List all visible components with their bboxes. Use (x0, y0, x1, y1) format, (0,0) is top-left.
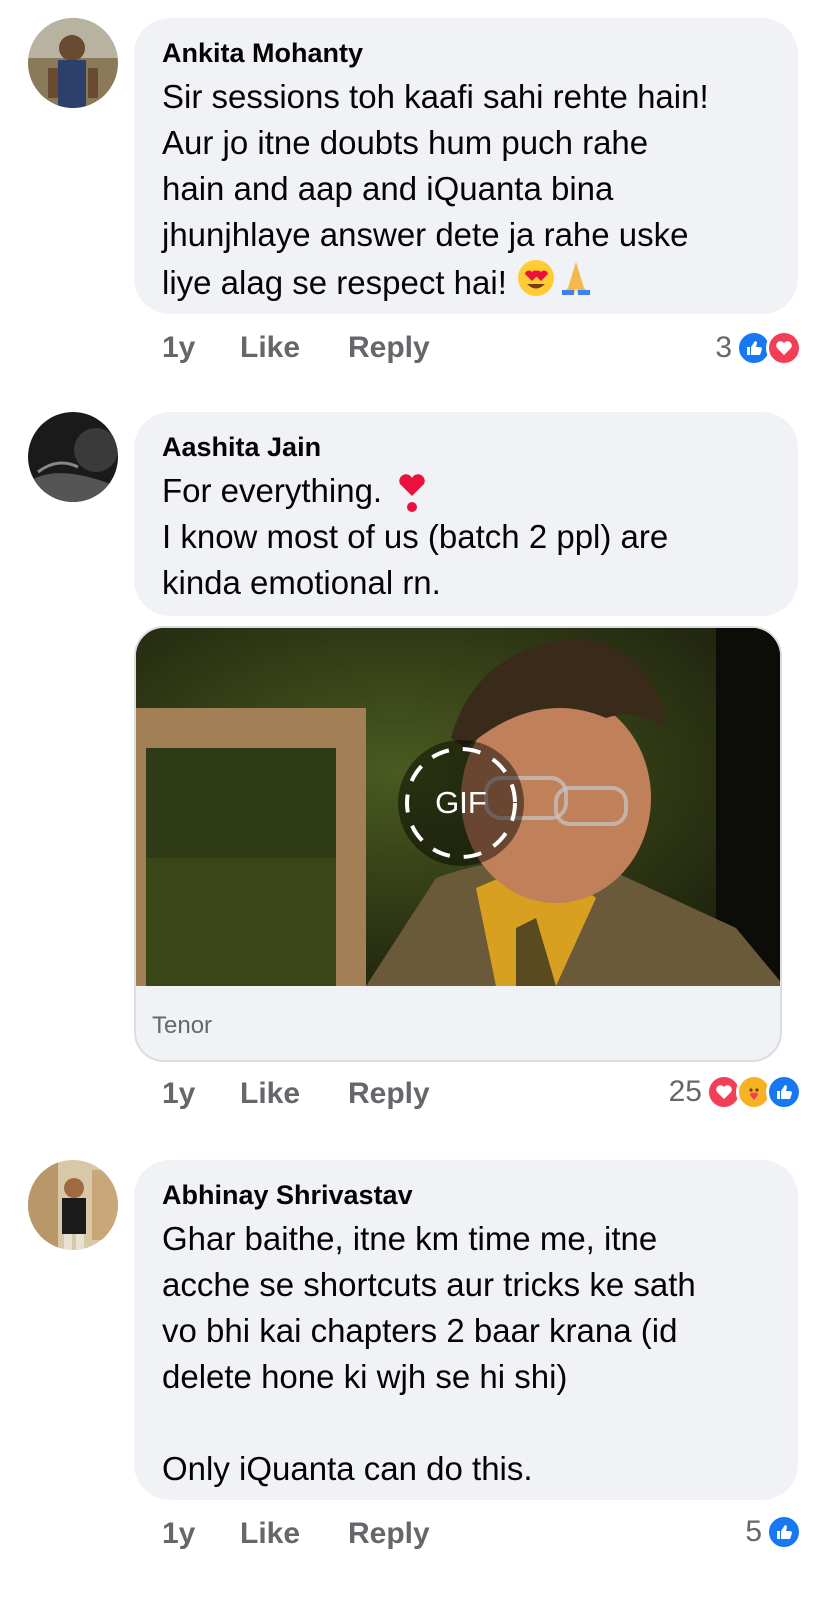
comment-bubble: Aashita Jain For everything. I know most… (134, 412, 798, 616)
like-icon (766, 1074, 802, 1110)
comment-actions: 1y Like Reply (162, 1072, 430, 1116)
like-icon (766, 1514, 802, 1550)
reaction-summary[interactable]: 3 (715, 326, 802, 370)
commenter-name[interactable]: Abhinay Shrivastav (162, 1178, 770, 1212)
commenter-name[interactable]: Ankita Mohanty (162, 36, 770, 70)
comment-actions: 1y Like Reply (162, 1512, 430, 1556)
comment-timestamp[interactable]: 1y (162, 1517, 240, 1551)
like-button[interactable]: Like (240, 331, 348, 365)
reaction-count: 5 (745, 1515, 762, 1548)
comment-text: Ghar baithe, itne km time me, itne acche… (162, 1220, 696, 1487)
comment-timestamp[interactable]: 1y (162, 1077, 240, 1111)
reply-button[interactable]: Reply (348, 331, 430, 365)
avatar[interactable] (28, 18, 118, 108)
reaction-summary[interactable]: 25 (669, 1070, 802, 1114)
gif-source-label[interactable]: Tenor (152, 1012, 212, 1040)
comment-actions: 1y Like Reply (162, 326, 430, 370)
reaction-count: 3 (715, 331, 732, 364)
comment-timestamp[interactable]: 1y (162, 331, 240, 365)
comment-text: Sir sessions toh kaafi sahi rehte hain! … (162, 74, 770, 310)
reaction-count: 25 (668, 1075, 702, 1108)
comment-body: Sir sessions toh kaafi sahi rehte hain! … (162, 78, 709, 301)
commenter-name[interactable]: Aashita Jain (162, 430, 770, 464)
reaction-summary[interactable]: 5 (745, 1510, 802, 1554)
comment-text: For everything. I know most of us (batch… (162, 468, 770, 606)
reply-button[interactable]: Reply (348, 1077, 430, 1111)
heart-exclamation-emoji-icon (396, 474, 428, 519)
comment-bubble: Ankita Mohanty Sir sessions toh kaafi sa… (134, 18, 798, 314)
comment-bubble: Abhinay Shrivastav Ghar baithe, itne km … (134, 1160, 798, 1500)
reply-button[interactable]: Reply (348, 1517, 430, 1551)
avatar[interactable] (28, 1160, 118, 1250)
avatar[interactable] (28, 412, 118, 502)
gif-badge-label: GIF (435, 785, 487, 820)
gif-badge[interactable]: GIF (398, 740, 524, 866)
love-icon (766, 330, 802, 366)
folded-hands-emoji-icon (556, 258, 596, 310)
heart-eyes-emoji-icon (516, 258, 556, 310)
like-button[interactable]: Like (240, 1077, 348, 1111)
gif-attachment[interactable]: GIF Tenor (134, 626, 782, 1062)
like-button[interactable]: Like (240, 1517, 348, 1551)
